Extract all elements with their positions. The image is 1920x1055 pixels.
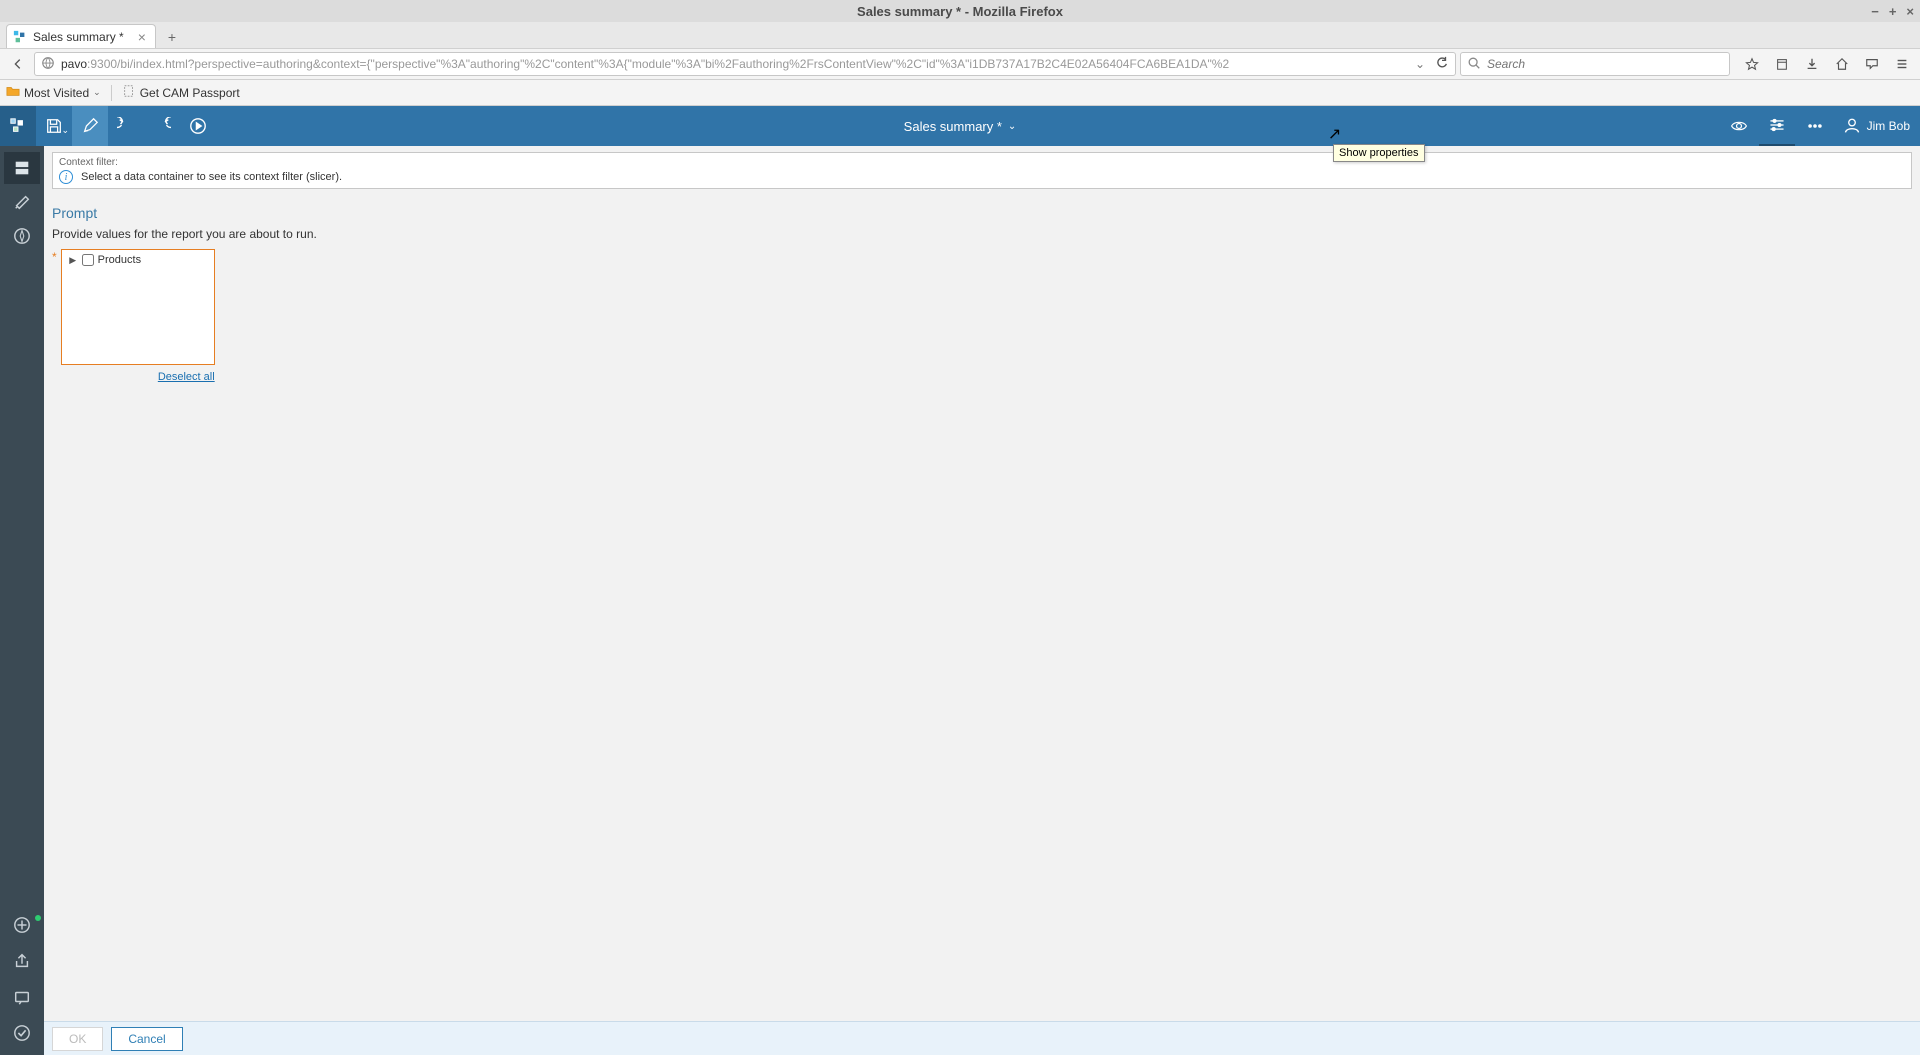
context-filter-label: Context filter: bbox=[59, 157, 1905, 168]
browser-tabbar: Sales summary * × + bbox=[0, 22, 1920, 48]
rail-share-button[interactable] bbox=[4, 945, 40, 977]
context-filter-message: Select a data container to see its conte… bbox=[81, 171, 342, 183]
left-rail bbox=[0, 146, 44, 1055]
chevron-down-icon: ⌄ bbox=[61, 125, 69, 136]
rail-data-button[interactable] bbox=[4, 152, 40, 184]
tab-favicon-icon bbox=[13, 30, 27, 44]
search-bar[interactable] bbox=[1460, 52, 1730, 76]
save-button[interactable]: ⌄ bbox=[36, 106, 72, 146]
app-toolbar: ⌄ Sales summary * ⌄ Jim Bob bbox=[0, 106, 1920, 146]
app-switcher-button[interactable] bbox=[0, 106, 36, 146]
nav-back-button[interactable] bbox=[6, 52, 30, 76]
new-tab-button[interactable]: + bbox=[160, 26, 184, 48]
bookmark-label: Most Visited bbox=[24, 86, 89, 100]
redo-button[interactable] bbox=[144, 106, 180, 146]
window-minimize-button[interactable]: − bbox=[1871, 4, 1879, 19]
show-properties-button[interactable] bbox=[1759, 106, 1795, 146]
browser-menu-button[interactable] bbox=[1890, 52, 1914, 76]
context-filter-bar: Context filter: i Select a data containe… bbox=[52, 152, 1912, 189]
bookmark-get-cam-passport[interactable]: Get CAM Passport bbox=[122, 84, 240, 101]
avatar-icon bbox=[1843, 116, 1861, 137]
tab-title: Sales summary * bbox=[33, 30, 124, 44]
tree-expand-icon[interactable]: ▶ bbox=[68, 255, 78, 266]
page-icon bbox=[122, 84, 136, 101]
tooltip: Show properties bbox=[1333, 144, 1425, 162]
window-maximize-button[interactable]: + bbox=[1889, 4, 1897, 19]
tab-close-icon[interactable]: × bbox=[138, 29, 146, 45]
rail-add-button[interactable] bbox=[4, 909, 40, 941]
folder-icon bbox=[6, 84, 20, 101]
url-path: :9300/bi/index.html?perspective=authorin… bbox=[87, 57, 1229, 71]
bookmarks-toolbar: Most Visited ⌄ Get CAM Passport bbox=[0, 80, 1920, 106]
chat-icon[interactable] bbox=[1860, 52, 1884, 76]
downloads-icon[interactable] bbox=[1800, 52, 1824, 76]
window-titlebar: Sales summary * - Mozilla Firefox − + × bbox=[0, 0, 1920, 22]
tooltip-text: Show properties bbox=[1339, 147, 1419, 159]
tree-item-label: Products bbox=[98, 254, 141, 266]
user-name: Jim Bob bbox=[1867, 119, 1910, 133]
report-title-dropdown[interactable]: Sales summary * ⌄ bbox=[904, 119, 1017, 134]
window-title: Sales summary * - Mozilla Firefox bbox=[857, 4, 1063, 19]
ok-button[interactable]: OK bbox=[52, 1027, 103, 1051]
status-dot-icon bbox=[35, 915, 41, 921]
separator bbox=[111, 85, 112, 101]
bookmark-most-visited[interactable]: Most Visited ⌄ bbox=[6, 84, 101, 101]
chevron-down-icon: ⌄ bbox=[93, 87, 101, 98]
url-history-dropdown-icon[interactable]: ⌄ bbox=[1415, 57, 1425, 71]
window-close-button[interactable]: × bbox=[1906, 4, 1914, 19]
more-button[interactable] bbox=[1797, 106, 1833, 146]
home-icon[interactable] bbox=[1830, 52, 1854, 76]
bookmark-star-icon[interactable] bbox=[1740, 52, 1764, 76]
tree-item-products[interactable]: ▶ Products bbox=[68, 254, 208, 266]
browser-tab[interactable]: Sales summary * × bbox=[6, 24, 156, 48]
library-icon[interactable] bbox=[1770, 52, 1794, 76]
search-icon bbox=[1467, 56, 1481, 73]
undo-button[interactable] bbox=[108, 106, 144, 146]
preview-button[interactable] bbox=[1721, 106, 1757, 146]
required-indicator-icon: * bbox=[52, 249, 57, 263]
cancel-button[interactable]: Cancel bbox=[111, 1027, 182, 1051]
bookmark-label: Get CAM Passport bbox=[140, 86, 240, 100]
edit-mode-button[interactable] bbox=[72, 106, 108, 146]
url-bar[interactable]: pavo:9300/bi/index.html?perspective=auth… bbox=[34, 52, 1456, 76]
run-button[interactable] bbox=[180, 106, 216, 146]
info-icon: i bbox=[59, 170, 73, 184]
tree-checkbox[interactable] bbox=[82, 254, 94, 266]
deselect-all-link[interactable]: Deselect all bbox=[158, 371, 215, 383]
reload-button[interactable] bbox=[1435, 56, 1449, 73]
rail-validate-button[interactable] bbox=[4, 1017, 40, 1049]
identity-icon bbox=[41, 56, 55, 73]
user-menu[interactable]: Jim Bob bbox=[1843, 116, 1910, 137]
rail-navigate-button[interactable] bbox=[4, 220, 40, 252]
report-title: Sales summary * bbox=[904, 119, 1002, 134]
rail-messages-button[interactable] bbox=[4, 981, 40, 1013]
prompt-tree[interactable]: ▶ Products bbox=[61, 249, 215, 365]
prompt-description: Provide values for the report you are ab… bbox=[52, 227, 1912, 241]
prompt-footer: OK Cancel bbox=[44, 1021, 1920, 1055]
chevron-down-icon: ⌄ bbox=[1008, 121, 1016, 132]
browser-navbar: pavo:9300/bi/index.html?perspective=auth… bbox=[0, 48, 1920, 80]
search-input[interactable] bbox=[1487, 57, 1723, 71]
rail-toolbox-button[interactable] bbox=[4, 186, 40, 218]
prompt-heading: Prompt bbox=[52, 205, 1912, 221]
url-host: pavo bbox=[61, 57, 87, 71]
